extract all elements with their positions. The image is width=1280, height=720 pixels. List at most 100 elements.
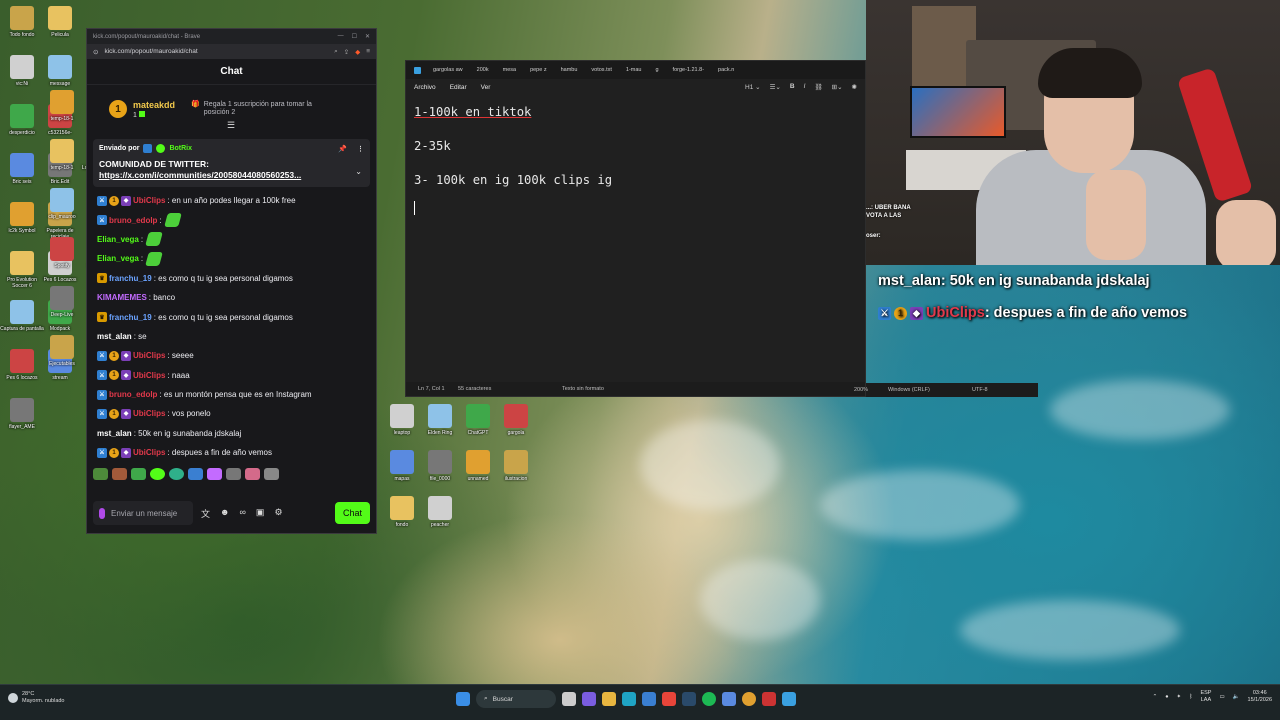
desktop-icon[interactable]: peacher	[418, 496, 462, 528]
heading-select[interactable]: H1 ⌄	[745, 83, 761, 91]
chat-input[interactable]: Enviar un mensaje	[93, 501, 193, 525]
notepad-editor[interactable]: 1-100k en tiktok 2-35k 3- 100k en ig 100…	[406, 95, 865, 225]
menu-editar[interactable]: Editar	[450, 84, 467, 91]
chat-username[interactable]: UbiClips	[133, 371, 165, 380]
desktop-icon[interactable]: message	[38, 55, 82, 87]
chrome-icon[interactable]	[742, 692, 756, 706]
settings-icon[interactable]: ⚙	[274, 507, 282, 520]
maximize-icon[interactable]: ☐	[352, 33, 357, 40]
notepad-tab[interactable]: pepe z	[528, 67, 549, 73]
notepad-tab[interactable]: votos.txt	[589, 67, 613, 73]
notepad-tab[interactable]: g	[653, 67, 660, 73]
emote-icon[interactable]	[226, 468, 241, 481]
chevron-down-icon[interactable]: ⌄	[355, 167, 362, 176]
bluetooth-icon[interactable]: ᛒ	[1189, 694, 1192, 700]
edge-icon[interactable]	[622, 692, 636, 706]
copilot-icon[interactable]: ✺	[852, 83, 857, 91]
notepad-icon[interactable]	[782, 692, 796, 706]
chat-username[interactable]: KIMAMEMES	[97, 293, 147, 302]
emote-icon[interactable]	[207, 468, 222, 481]
kicks-icon[interactable]: ∞	[240, 507, 246, 520]
emote-icon[interactable]	[264, 468, 279, 481]
chat-username[interactable]: franchu_19	[109, 313, 152, 322]
list-icon[interactable]: ☰⌄	[770, 83, 781, 91]
translate-icon[interactable]: 文	[201, 507, 210, 520]
steam-icon[interactable]	[682, 692, 696, 706]
url-text[interactable]: kick.com/popout/mauroakid/chat	[104, 48, 197, 55]
chat-username[interactable]: UbiClips	[133, 409, 165, 418]
menu-icon[interactable]: ≡	[366, 48, 370, 56]
chat-message[interactable]: ⚔ 1 ◆ UbiClips: vos ponelo	[97, 404, 368, 423]
chat-message[interactable]: ♛ franchu_19: es como q tu ig sea persona…	[97, 269, 368, 288]
recorder-icon[interactable]	[762, 692, 776, 706]
chat-username[interactable]: bruno_edolp	[109, 390, 157, 399]
zoom-icon[interactable]: ⌕	[334, 48, 338, 56]
chat-message[interactable]: ⚔ bruno_edolp:	[97, 210, 368, 229]
desktop-icon[interactable]: Pelicula	[38, 6, 82, 38]
emote-icon[interactable]	[188, 468, 203, 481]
send-chat-button[interactable]: Chat	[334, 502, 370, 524]
pinned-message[interactable]: Enviado por BotRix 📌 ⋮ COMUNIDAD DE TWIT…	[93, 139, 370, 187]
task-view-icon[interactable]	[562, 692, 576, 706]
chevron-up-icon[interactable]: ⌃	[1153, 694, 1158, 700]
more-options-icon[interactable]: ⋮	[357, 145, 364, 153]
chat-username[interactable]: mst_alan	[97, 429, 132, 438]
taskbar-search[interactable]: ⌕ Buscar	[476, 690, 556, 708]
chat-username[interactable]: Elian_vega	[97, 254, 139, 263]
start-icon[interactable]	[456, 692, 470, 706]
chat-message[interactable]: mst_alan: 50k en ig sunabanda jdskalaj	[97, 424, 368, 443]
emote-bar[interactable]	[87, 462, 376, 482]
brave-shield-icon[interactable]: ◆	[355, 48, 360, 56]
italic-icon[interactable]: I	[804, 83, 806, 91]
chat-username[interactable]: bruno_edolp	[109, 216, 157, 225]
widgets-icon[interactable]	[582, 692, 596, 706]
notepad-tab[interactable]: mesa	[501, 67, 518, 73]
chat-username[interactable]: Elian_vega	[97, 235, 139, 244]
menu-archivo[interactable]: Archivo	[414, 84, 436, 91]
address-bar[interactable]: ⊙ kick.com/popout/mauroakid/chat ⌕ ⇪ ◆ ≡	[87, 44, 376, 59]
emote-icon[interactable]	[112, 468, 127, 481]
emote-icon[interactable]	[93, 468, 108, 481]
chat-message[interactable]: ⚔ 1 ◆ UbiClips: naaa	[97, 366, 368, 385]
network-icon[interactable]: ▭	[1219, 694, 1224, 700]
site-info-icon[interactable]: ⊙	[93, 48, 98, 56]
notepad-tab[interactable]: forge-1.21.8-	[671, 67, 707, 73]
tray-app-icon[interactable]: ✦	[1177, 694, 1182, 700]
emote-icon[interactable]	[169, 468, 184, 481]
chat-username[interactable]: mst_alan	[97, 332, 132, 341]
chat-message[interactable]: ⚔ 1 ◆ UbiClips: despues a fin de año vemos	[97, 443, 368, 462]
notepad-tab[interactable]: pack.n	[716, 67, 736, 73]
weather-widget[interactable]: 28°C Mayorm. nublado	[8, 691, 65, 705]
tray-app-icon[interactable]: ●	[1165, 694, 1168, 700]
table-icon[interactable]: ⊞⌄	[832, 83, 843, 91]
notepad-tab[interactable]: 200k	[475, 67, 491, 73]
pin-icon[interactable]: 📌	[338, 145, 347, 153]
language-indicator[interactable]: ESP LAA	[1200, 690, 1211, 704]
spotify-icon[interactable]	[702, 692, 716, 706]
minimize-icon[interactable]: —	[338, 33, 344, 40]
chat-message[interactable]: ⚔ 1 ◆ UbiClips: seeee	[97, 346, 368, 365]
chat-username[interactable]: UbiClips	[133, 448, 165, 457]
menu-ver[interactable]: Ver	[481, 84, 491, 91]
app-icon[interactable]	[722, 692, 736, 706]
chat-username[interactable]: UbiClips	[133, 196, 165, 205]
chat-username[interactable]: UbiClips	[133, 351, 165, 360]
chat-message[interactable]: KIMAMEMES: banco	[97, 288, 368, 307]
chat-message[interactable]: ⚔ 1 ◆ UbiClips: en un año podes llegar a 10…	[97, 191, 368, 210]
bold-icon[interactable]: B	[790, 83, 795, 91]
collapse-icon[interactable]: ☰	[227, 120, 235, 131]
gift-sub-leaderboard[interactable]: 1 mateakdd 1 🎁 Regala 1 suscripción para…	[87, 85, 376, 133]
emoji-icon[interactable]: ☻	[220, 507, 229, 520]
chat-message[interactable]: mst_alan: se	[97, 327, 368, 346]
emote-icon[interactable]	[150, 468, 165, 481]
close-icon[interactable]: ✕	[365, 33, 370, 40]
mic-icon[interactable]	[99, 507, 105, 519]
clock[interactable]: 03:46 15/1/2026	[1248, 690, 1272, 704]
chat-message[interactable]: Elian_vega:	[97, 249, 368, 268]
desktop-icon[interactable]: flayer_AME	[0, 398, 44, 430]
link-icon[interactable]: ⛓	[814, 83, 822, 91]
store-icon[interactable]	[642, 692, 656, 706]
emote-icon[interactable]	[131, 468, 146, 481]
chat-message[interactable]: ♛ franchu_19: es como q tu ig sea persona…	[97, 307, 368, 326]
notepad-tab[interactable]: gargolas aw	[431, 67, 465, 73]
